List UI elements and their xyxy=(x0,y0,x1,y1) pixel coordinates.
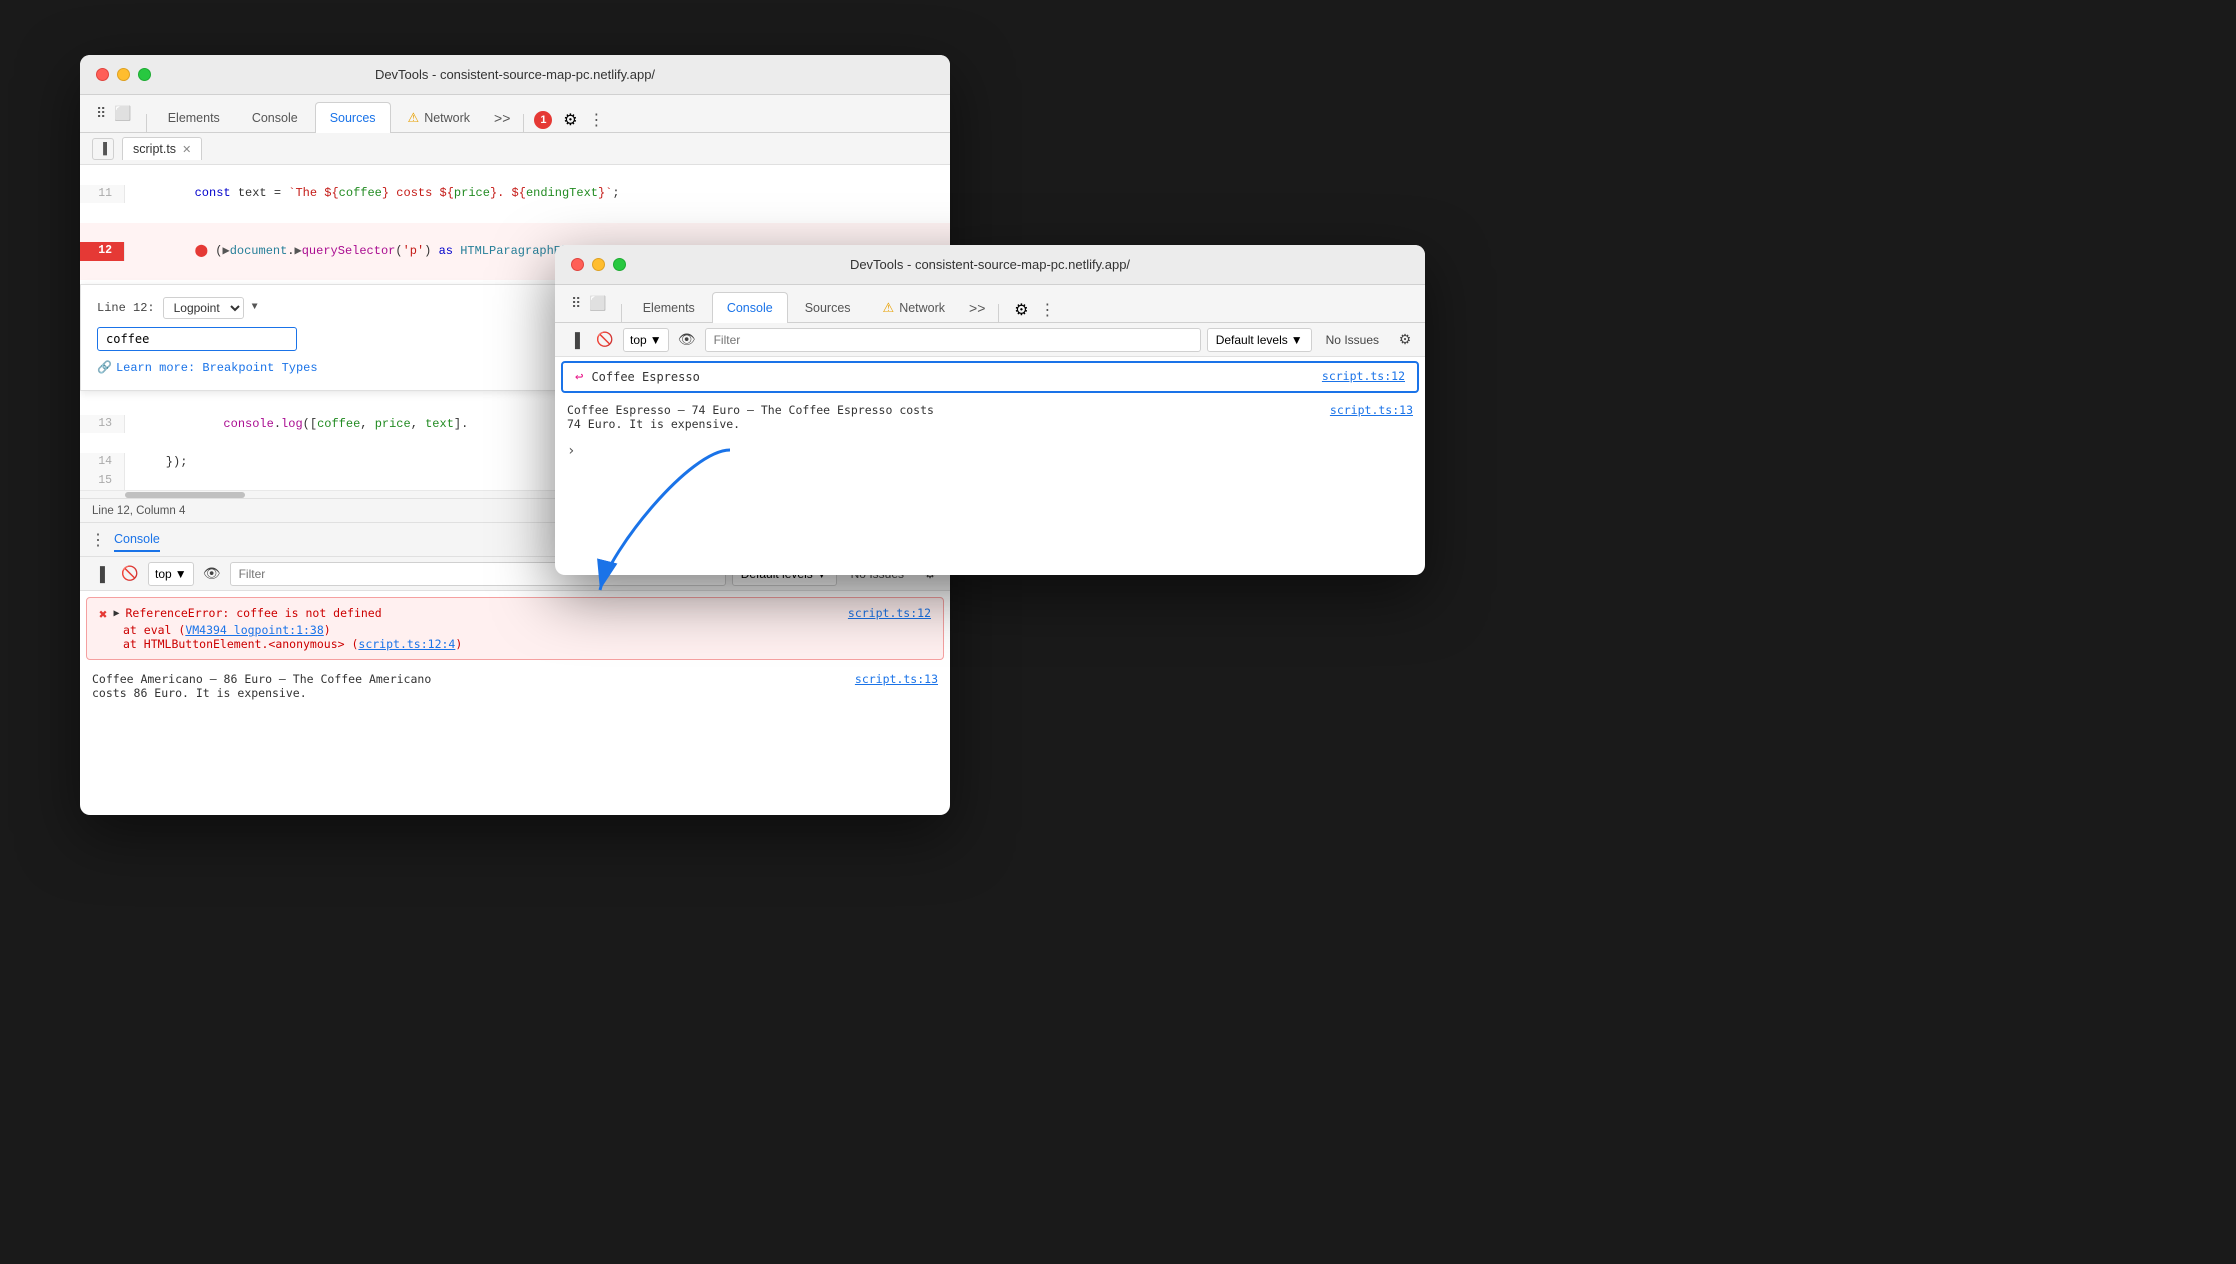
devtools-icon[interactable]: ⠿ xyxy=(96,105,106,122)
close-button-main[interactable] xyxy=(96,68,109,81)
levels-arrow-front: ▼ xyxy=(1291,333,1303,347)
tab-elements-front[interactable]: Elements xyxy=(628,292,710,322)
americano-link[interactable]: script.ts:13 xyxy=(855,672,938,686)
console-error-main: ✖ ▶ ReferenceError: coffee is not define… xyxy=(86,597,944,660)
three-dots-main[interactable]: ⋮ xyxy=(90,530,106,550)
traffic-lights-front xyxy=(571,258,626,271)
issues-badge-main[interactable]: 1 xyxy=(534,111,552,129)
espresso-icon: ↩ xyxy=(575,369,583,385)
settings-icon-front[interactable]: ⚙ xyxy=(1009,298,1033,322)
levels-btn-front[interactable]: Default levels ▼ xyxy=(1207,328,1312,352)
tab-divider xyxy=(146,114,147,132)
source-file-tab: ▐ script.ts ✕ xyxy=(80,133,950,165)
console-toolbar-front: ▐ 🚫 top ▼ 👁 Default levels ▼ No Issues ⚙ xyxy=(555,323,1425,357)
eye-toggle-front[interactable]: 👁 xyxy=(675,328,699,352)
filter-input-front[interactable] xyxy=(705,328,1201,352)
espresso2-link[interactable]: script.ts:13 xyxy=(1330,403,1413,417)
title-bar-front: DevTools - consistent-source-map-pc.netl… xyxy=(555,245,1425,285)
maximize-button-main[interactable] xyxy=(138,68,151,81)
dropdown-arrow-main: ▼ xyxy=(175,567,187,581)
tab-divider2 xyxy=(523,114,524,132)
line-num-13: 13 xyxy=(80,415,125,433)
window-title-main: DevTools - consistent-source-map-pc.netl… xyxy=(96,67,934,82)
tab-console-main[interactable]: Console xyxy=(237,102,313,132)
vm-link-main[interactable]: VM4394 logpoint:1:38 xyxy=(185,623,323,637)
menu-icon-main[interactable]: ⋮ xyxy=(588,110,604,130)
minimize-button-main[interactable] xyxy=(117,68,130,81)
console-chevron: › xyxy=(567,443,575,459)
espresso2-text: Coffee Espresso – 74 Euro – The Coffee E… xyxy=(567,403,1330,431)
console-settings-front[interactable]: ⚙ xyxy=(1393,328,1417,352)
logpoint-dropdown-arrow: ▼ xyxy=(252,300,258,316)
tab-divider2-front xyxy=(998,304,999,322)
responsive-icon[interactable]: ⬜ xyxy=(114,105,131,122)
close-file-tab[interactable]: ✕ xyxy=(182,143,191,156)
error-icon-main: ✖ xyxy=(99,607,107,623)
no-issues-front: No Issues xyxy=(1318,333,1387,347)
tab-bar-front: ⠿ ⬜ Elements Console Sources ⚠ Network >… xyxy=(555,285,1425,323)
tab-sources-front[interactable]: Sources xyxy=(790,292,866,322)
dropdown-arrow-front: ▼ xyxy=(650,333,662,347)
line-num-14: 14 xyxy=(80,453,125,471)
console-output-espresso2: Coffee Espresso – 74 Euro – The Coffee E… xyxy=(555,397,1425,437)
logpoint-type-select[interactable]: Logpoint xyxy=(163,297,244,319)
tab-bar-main: ⠿ ⬜ Elements Console Sources ⚠ Network >… xyxy=(80,95,950,133)
responsive-icon-front[interactable]: ⬜ xyxy=(589,295,606,312)
espresso-output-container: ↩ Coffee Espresso script.ts:12 xyxy=(555,361,1425,393)
error-link-main[interactable]: script.ts:12 xyxy=(848,606,931,620)
error-indent2-main: at HTMLButtonElement.<anonymous> (script… xyxy=(99,637,931,651)
maximize-button-front[interactable] xyxy=(613,258,626,271)
tab-bar-icons-main: ⠿ ⬜ xyxy=(88,95,140,132)
tab-network-front[interactable]: ⚠ Network xyxy=(868,292,961,322)
external-link-icon: 🔗 xyxy=(97,359,112,378)
line-content-11: const text = `The ${coffee} costs ${pric… xyxy=(125,165,950,223)
clear-console-btn[interactable]: 🚫 xyxy=(118,562,142,586)
eye-toggle-main[interactable]: 👁 xyxy=(200,562,224,586)
tab-more-front[interactable]: >> xyxy=(962,292,992,322)
warning-icon-main: ⚠ xyxy=(408,110,420,126)
warning-icon-front: ⚠ xyxy=(883,300,895,316)
settings-icon-main[interactable]: ⚙ xyxy=(558,108,582,132)
window-title-front: DevTools - consistent-source-map-pc.netl… xyxy=(571,257,1409,272)
tab-network-main[interactable]: ⚠ Network xyxy=(393,102,486,132)
tab-more-main[interactable]: >> xyxy=(487,102,517,132)
tab-sources-main[interactable]: Sources xyxy=(315,102,391,132)
traffic-lights-main xyxy=(96,68,151,81)
console-output-espresso: ↩ Coffee Espresso script.ts:12 xyxy=(561,361,1419,393)
code-line-11: 11 const text = `The ${coffee} costs ${p… xyxy=(80,165,950,223)
menu-icon-front[interactable]: ⋮ xyxy=(1039,300,1055,320)
console-tab-label-main[interactable]: Console xyxy=(114,528,160,552)
title-bar-main: DevTools - consistent-source-map-pc.netl… xyxy=(80,55,950,95)
error-line-main: ✖ ▶ ReferenceError: coffee is not define… xyxy=(99,606,931,623)
sidebar-toggle-front[interactable]: ▐ xyxy=(563,328,587,352)
tab-divider-front xyxy=(621,304,622,322)
script-link2-main[interactable]: script.ts:12:4 xyxy=(358,637,455,651)
espresso-text: Coffee Espresso xyxy=(591,370,699,384)
top-select-front[interactable]: top ▼ xyxy=(623,328,669,352)
tab-elements-main[interactable]: Elements xyxy=(153,102,235,132)
devtools-window-front: DevTools - consistent-source-map-pc.netl… xyxy=(555,245,1425,575)
line-num-12: 12 xyxy=(80,242,125,260)
file-tab-script[interactable]: script.ts ✕ xyxy=(122,137,202,160)
output-americano-text: Coffee Americano – 86 Euro – The Coffee … xyxy=(92,672,855,700)
espresso-link[interactable]: script.ts:12 xyxy=(1322,369,1405,383)
devtools-icon-front[interactable]: ⠿ xyxy=(571,295,581,312)
sidebar-toggle[interactable]: ▐ xyxy=(92,138,114,160)
console-output-americano: Coffee Americano – 86 Euro – The Coffee … xyxy=(80,666,950,706)
top-select-main[interactable]: top ▼ xyxy=(148,562,194,586)
logpoint-input[interactable] xyxy=(97,327,297,351)
minimize-button-front[interactable] xyxy=(592,258,605,271)
tab-bar-icons-front: ⠿ ⬜ xyxy=(563,285,615,322)
line-num-11: 11 xyxy=(80,185,125,203)
expand-arrow-main[interactable]: ▶ xyxy=(113,608,119,619)
close-button-front[interactable] xyxy=(571,258,584,271)
clear-console-front[interactable]: 🚫 xyxy=(593,328,617,352)
line-num-15: 15 xyxy=(80,472,125,490)
sidebar-toggle-console[interactable]: ▐ xyxy=(88,562,112,586)
console-chevron-row: › xyxy=(555,437,1425,465)
tab-console-front[interactable]: Console xyxy=(712,292,788,322)
error-indent-main: at eval (VM4394 logpoint:1:38) xyxy=(99,623,931,637)
